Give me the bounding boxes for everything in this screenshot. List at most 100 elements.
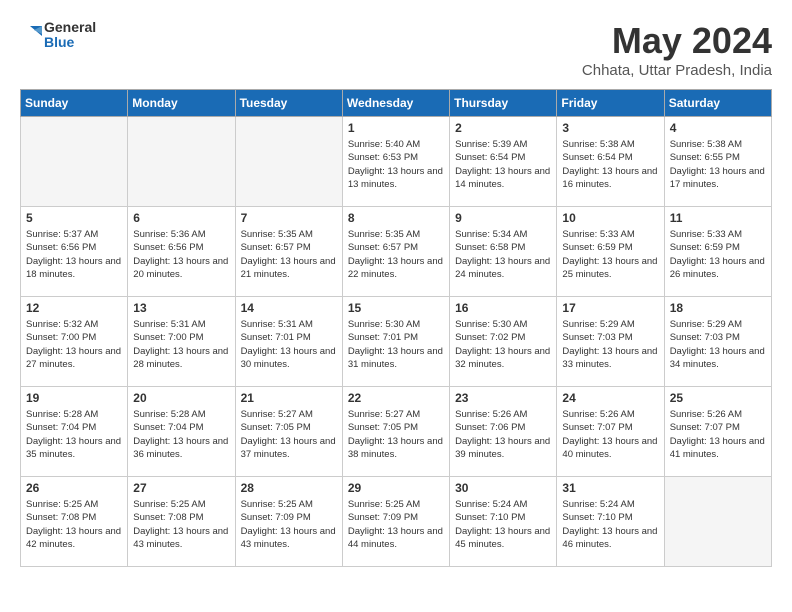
col-friday: Friday xyxy=(557,90,664,117)
day-info: Sunrise: 5:33 AMSunset: 6:59 PMDaylight:… xyxy=(670,228,766,281)
col-sunday: Sunday xyxy=(21,90,128,117)
day-info: Sunrise: 5:25 AMSunset: 7:08 PMDaylight:… xyxy=(26,498,122,551)
day-info: Sunrise: 5:33 AMSunset: 6:59 PMDaylight:… xyxy=(562,228,658,281)
day-number: 20 xyxy=(133,391,229,405)
day-cell: 24 Sunrise: 5:26 AMSunset: 7:07 PMDaylig… xyxy=(557,387,664,477)
week-row-2: 5 Sunrise: 5:37 AMSunset: 6:56 PMDayligh… xyxy=(21,207,772,297)
day-info: Sunrise: 5:26 AMSunset: 7:07 PMDaylight:… xyxy=(670,408,766,461)
day-info: Sunrise: 5:35 AMSunset: 6:57 PMDaylight:… xyxy=(241,228,337,281)
day-info: Sunrise: 5:40 AMSunset: 6:53 PMDaylight:… xyxy=(348,138,444,191)
day-cell: 22 Sunrise: 5:27 AMSunset: 7:05 PMDaylig… xyxy=(342,387,449,477)
day-info: Sunrise: 5:29 AMSunset: 7:03 PMDaylight:… xyxy=(670,318,766,371)
day-cell: 26 Sunrise: 5:25 AMSunset: 7:08 PMDaylig… xyxy=(21,477,128,567)
day-cell: 1 Sunrise: 5:40 AMSunset: 6:53 PMDayligh… xyxy=(342,117,449,207)
day-cell: 12 Sunrise: 5:32 AMSunset: 7:00 PMDaylig… xyxy=(21,297,128,387)
day-number: 19 xyxy=(26,391,122,405)
day-cell: 7 Sunrise: 5:35 AMSunset: 6:57 PMDayligh… xyxy=(235,207,342,297)
day-number: 27 xyxy=(133,481,229,495)
day-cell xyxy=(664,477,771,567)
day-number: 4 xyxy=(670,121,766,135)
month-title: May 2024 xyxy=(582,20,772,62)
title-block: May 2024 Chhata, Uttar Pradesh, India xyxy=(582,20,772,79)
week-row-3: 12 Sunrise: 5:32 AMSunset: 7:00 PMDaylig… xyxy=(21,297,772,387)
page-header: General Blue May 2024 Chhata, Uttar Prad… xyxy=(20,20,772,79)
week-row-5: 26 Sunrise: 5:25 AMSunset: 7:08 PMDaylig… xyxy=(21,477,772,567)
day-info: Sunrise: 5:24 AMSunset: 7:10 PMDaylight:… xyxy=(455,498,551,551)
day-number: 16 xyxy=(455,301,551,315)
day-cell: 15 Sunrise: 5:30 AMSunset: 7:01 PMDaylig… xyxy=(342,297,449,387)
day-number: 10 xyxy=(562,211,658,225)
day-cell: 28 Sunrise: 5:25 AMSunset: 7:09 PMDaylig… xyxy=(235,477,342,567)
day-number: 28 xyxy=(241,481,337,495)
day-number: 8 xyxy=(348,211,444,225)
day-number: 24 xyxy=(562,391,658,405)
day-info: Sunrise: 5:38 AMSunset: 6:55 PMDaylight:… xyxy=(670,138,766,191)
day-cell: 3 Sunrise: 5:38 AMSunset: 6:54 PMDayligh… xyxy=(557,117,664,207)
day-cell xyxy=(235,117,342,207)
day-cell: 17 Sunrise: 5:29 AMSunset: 7:03 PMDaylig… xyxy=(557,297,664,387)
day-info: Sunrise: 5:25 AMSunset: 7:08 PMDaylight:… xyxy=(133,498,229,551)
day-info: Sunrise: 5:27 AMSunset: 7:05 PMDaylight:… xyxy=(241,408,337,461)
day-cell: 4 Sunrise: 5:38 AMSunset: 6:55 PMDayligh… xyxy=(664,117,771,207)
day-number: 26 xyxy=(26,481,122,495)
day-number: 7 xyxy=(241,211,337,225)
day-info: Sunrise: 5:39 AMSunset: 6:54 PMDaylight:… xyxy=(455,138,551,191)
day-cell: 23 Sunrise: 5:26 AMSunset: 7:06 PMDaylig… xyxy=(450,387,557,477)
day-number: 6 xyxy=(133,211,229,225)
week-row-4: 19 Sunrise: 5:28 AMSunset: 7:04 PMDaylig… xyxy=(21,387,772,477)
day-info: Sunrise: 5:36 AMSunset: 6:56 PMDaylight:… xyxy=(133,228,229,281)
day-cell: 2 Sunrise: 5:39 AMSunset: 6:54 PMDayligh… xyxy=(450,117,557,207)
day-number: 30 xyxy=(455,481,551,495)
day-info: Sunrise: 5:28 AMSunset: 7:04 PMDaylight:… xyxy=(26,408,122,461)
day-number: 18 xyxy=(670,301,766,315)
day-number: 15 xyxy=(348,301,444,315)
day-cell: 11 Sunrise: 5:33 AMSunset: 6:59 PMDaylig… xyxy=(664,207,771,297)
col-tuesday: Tuesday xyxy=(235,90,342,117)
day-number: 29 xyxy=(348,481,444,495)
day-info: Sunrise: 5:30 AMSunset: 7:02 PMDaylight:… xyxy=(455,318,551,371)
day-number: 17 xyxy=(562,301,658,315)
day-info: Sunrise: 5:32 AMSunset: 7:00 PMDaylight:… xyxy=(26,318,122,371)
day-cell: 16 Sunrise: 5:30 AMSunset: 7:02 PMDaylig… xyxy=(450,297,557,387)
day-cell: 6 Sunrise: 5:36 AMSunset: 6:56 PMDayligh… xyxy=(128,207,235,297)
day-number: 9 xyxy=(455,211,551,225)
day-info: Sunrise: 5:26 AMSunset: 7:07 PMDaylight:… xyxy=(562,408,658,461)
day-info: Sunrise: 5:28 AMSunset: 7:04 PMDaylight:… xyxy=(133,408,229,461)
col-thursday: Thursday xyxy=(450,90,557,117)
day-number: 25 xyxy=(670,391,766,405)
day-number: 21 xyxy=(241,391,337,405)
day-cell: 20 Sunrise: 5:28 AMSunset: 7:04 PMDaylig… xyxy=(128,387,235,477)
day-info: Sunrise: 5:37 AMSunset: 6:56 PMDaylight:… xyxy=(26,228,122,281)
day-info: Sunrise: 5:27 AMSunset: 7:05 PMDaylight:… xyxy=(348,408,444,461)
day-number: 11 xyxy=(670,211,766,225)
day-number: 2 xyxy=(455,121,551,135)
day-cell: 29 Sunrise: 5:25 AMSunset: 7:09 PMDaylig… xyxy=(342,477,449,567)
calendar-table: Sunday Monday Tuesday Wednesday Thursday… xyxy=(20,89,772,567)
header-row: Sunday Monday Tuesday Wednesday Thursday… xyxy=(21,90,772,117)
day-cell: 8 Sunrise: 5:35 AMSunset: 6:57 PMDayligh… xyxy=(342,207,449,297)
day-info: Sunrise: 5:31 AMSunset: 7:01 PMDaylight:… xyxy=(241,318,337,371)
day-number: 23 xyxy=(455,391,551,405)
day-number: 14 xyxy=(241,301,337,315)
location-title: Chhata, Uttar Pradesh, India xyxy=(582,62,772,79)
day-cell: 27 Sunrise: 5:25 AMSunset: 7:08 PMDaylig… xyxy=(128,477,235,567)
day-number: 13 xyxy=(133,301,229,315)
day-cell xyxy=(128,117,235,207)
day-info: Sunrise: 5:35 AMSunset: 6:57 PMDaylight:… xyxy=(348,228,444,281)
col-monday: Monday xyxy=(128,90,235,117)
day-info: Sunrise: 5:25 AMSunset: 7:09 PMDaylight:… xyxy=(348,498,444,551)
day-cell: 30 Sunrise: 5:24 AMSunset: 7:10 PMDaylig… xyxy=(450,477,557,567)
day-number: 5 xyxy=(26,211,122,225)
day-number: 12 xyxy=(26,301,122,315)
day-cell: 10 Sunrise: 5:33 AMSunset: 6:59 PMDaylig… xyxy=(557,207,664,297)
col-wednesday: Wednesday xyxy=(342,90,449,117)
day-info: Sunrise: 5:38 AMSunset: 6:54 PMDaylight:… xyxy=(562,138,658,191)
day-info: Sunrise: 5:24 AMSunset: 7:10 PMDaylight:… xyxy=(562,498,658,551)
day-info: Sunrise: 5:26 AMSunset: 7:06 PMDaylight:… xyxy=(455,408,551,461)
day-cell: 19 Sunrise: 5:28 AMSunset: 7:04 PMDaylig… xyxy=(21,387,128,477)
day-cell: 31 Sunrise: 5:24 AMSunset: 7:10 PMDaylig… xyxy=(557,477,664,567)
day-cell xyxy=(21,117,128,207)
day-cell: 21 Sunrise: 5:27 AMSunset: 7:05 PMDaylig… xyxy=(235,387,342,477)
day-cell: 9 Sunrise: 5:34 AMSunset: 6:58 PMDayligh… xyxy=(450,207,557,297)
week-row-1: 1 Sunrise: 5:40 AMSunset: 6:53 PMDayligh… xyxy=(21,117,772,207)
